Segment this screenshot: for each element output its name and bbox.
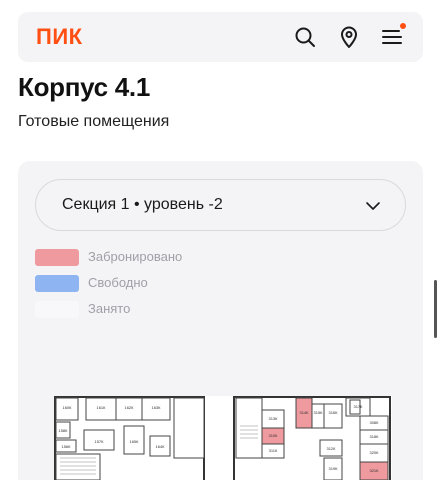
legend-label: Забронировано bbox=[88, 249, 183, 264]
core-left bbox=[173, 397, 205, 459]
page-scrollbar[interactable] bbox=[434, 280, 437, 338]
room-label: 320К bbox=[369, 450, 379, 455]
room-label: 315К bbox=[313, 410, 323, 415]
room-label: 314К bbox=[299, 410, 309, 415]
room-label: 165К bbox=[129, 439, 139, 444]
menu-icon[interactable] bbox=[380, 23, 406, 49]
room-label: 311К bbox=[269, 448, 278, 453]
pik-logo[interactable]: ПИК bbox=[36, 25, 83, 49]
room-label: 163К bbox=[151, 405, 161, 410]
room-label: 162К bbox=[124, 405, 134, 410]
room-label: 319К bbox=[328, 466, 338, 471]
legend-swatch-booked bbox=[35, 249, 79, 266]
room-label: 313К bbox=[268, 416, 278, 421]
room-label: 317К bbox=[353, 404, 363, 409]
notification-dot bbox=[400, 23, 406, 29]
room-label: 160К bbox=[62, 405, 72, 410]
room-label: 164К bbox=[155, 444, 165, 449]
search-icon[interactable] bbox=[293, 25, 317, 49]
room-label: 310К bbox=[268, 433, 278, 438]
room-315[interactable] bbox=[311, 403, 325, 429]
select-value: Секция 1 • уровень -2 bbox=[62, 196, 223, 213]
page-subtitle: Готовые помещения bbox=[18, 113, 170, 130]
room-label: 156К bbox=[61, 444, 71, 449]
room-label: 158К bbox=[58, 428, 68, 433]
room-label: 318К bbox=[369, 434, 379, 439]
chevron-down-icon bbox=[365, 198, 381, 214]
location-pin-icon[interactable] bbox=[337, 25, 361, 49]
top-header: ПИК bbox=[18, 12, 423, 62]
legend-label: Занято bbox=[88, 301, 131, 316]
legend-swatch-free bbox=[35, 275, 79, 292]
room-label: 161К bbox=[96, 405, 106, 410]
room-label: 321К bbox=[369, 468, 379, 473]
legend-swatch-occupied bbox=[35, 301, 79, 318]
floor-plan[interactable]: 160К 161К 162К 163К 158К 157К 165К 156К … bbox=[54, 396, 392, 480]
legend-label: Свободно bbox=[88, 275, 148, 290]
room-316[interactable] bbox=[323, 403, 343, 429]
room-label: 157К bbox=[94, 439, 104, 444]
room-label: 316К bbox=[328, 410, 338, 415]
core-right bbox=[235, 397, 263, 459]
page-title: Корпус 4.1 bbox=[18, 72, 150, 102]
room-label: 312К bbox=[326, 446, 336, 451]
room-label: 308К bbox=[369, 420, 379, 425]
section-level-select[interactable]: Секция 1 • уровень -2 bbox=[35, 179, 406, 231]
